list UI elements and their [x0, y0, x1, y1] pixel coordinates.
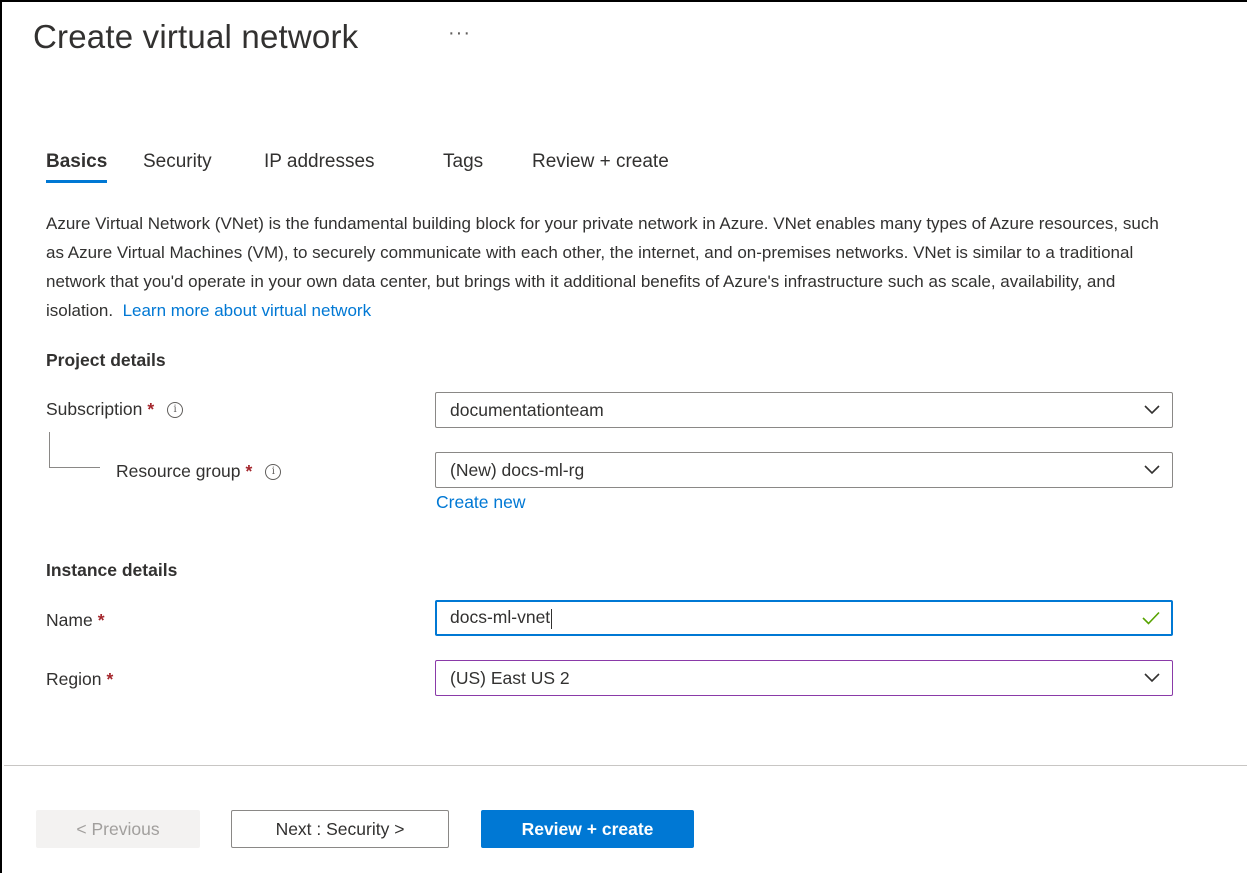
info-icon[interactable]: i [167, 401, 184, 418]
resource-group-value: (New) docs-ml-rg [450, 459, 585, 480]
ellipsis-icon[interactable]: ··· [448, 22, 471, 45]
create-vnet-blade: Create virtual network ··· Basics Securi… [0, 0, 1247, 873]
region-label-text: Region [46, 669, 102, 689]
subscription-value: documentationteam [450, 399, 604, 420]
tab-basics[interactable]: Basics [46, 151, 108, 183]
subscription-dropdown[interactable]: documentationteam [435, 392, 1173, 428]
description: Azure Virtual Network (VNet) is the fund… [46, 209, 1166, 325]
name-label-text: Name [46, 610, 93, 630]
project-details-heading: Project details [46, 350, 166, 370]
resource-group-label: Resource group * i [116, 461, 282, 482]
review-create-button[interactable]: Review + create [481, 810, 694, 848]
tab-security[interactable]: Security [143, 151, 212, 183]
resource-group-label-text: Resource group [116, 461, 241, 481]
required-marker: * [106, 669, 114, 689]
checkmark-icon [1131, 602, 1171, 634]
name-value-text: docs-ml-vnet [450, 607, 551, 628]
text-cursor [551, 608, 553, 629]
learn-more-link[interactable]: Learn more about virtual network [123, 301, 372, 320]
subscription-label-text: Subscription [46, 399, 143, 419]
footer-divider [4, 765, 1247, 766]
required-marker: * [97, 610, 105, 630]
region-value: (US) East US 2 [450, 667, 570, 688]
region-dropdown[interactable]: (US) East US 2 [435, 660, 1173, 696]
tab-review-create[interactable]: Review + create [532, 151, 669, 183]
page-title: Create virtual network [33, 18, 359, 55]
name-input-value: docs-ml-vnet [450, 607, 1131, 629]
instance-details-heading: Instance details [46, 560, 178, 580]
chevron-down-icon [1132, 661, 1172, 695]
tab-tags[interactable]: Tags [443, 151, 483, 183]
hierarchy-connector [49, 432, 100, 468]
tab-ip-addresses[interactable]: IP addresses [264, 151, 375, 183]
subscription-label: Subscription * i [46, 399, 184, 420]
create-new-link[interactable]: Create new [436, 492, 526, 513]
previous-button[interactable]: < Previous [36, 810, 200, 848]
region-label: Region * [46, 669, 113, 690]
required-marker: * [147, 399, 155, 419]
name-label: Name * [46, 610, 105, 631]
name-input[interactable]: docs-ml-vnet [435, 600, 1173, 636]
chevron-down-icon [1132, 453, 1172, 487]
resource-group-dropdown[interactable]: (New) docs-ml-rg [435, 452, 1173, 488]
chevron-down-icon [1132, 393, 1172, 427]
info-icon[interactable]: i [265, 463, 282, 480]
next-security-button[interactable]: Next : Security > [231, 810, 449, 848]
required-marker: * [245, 461, 253, 481]
